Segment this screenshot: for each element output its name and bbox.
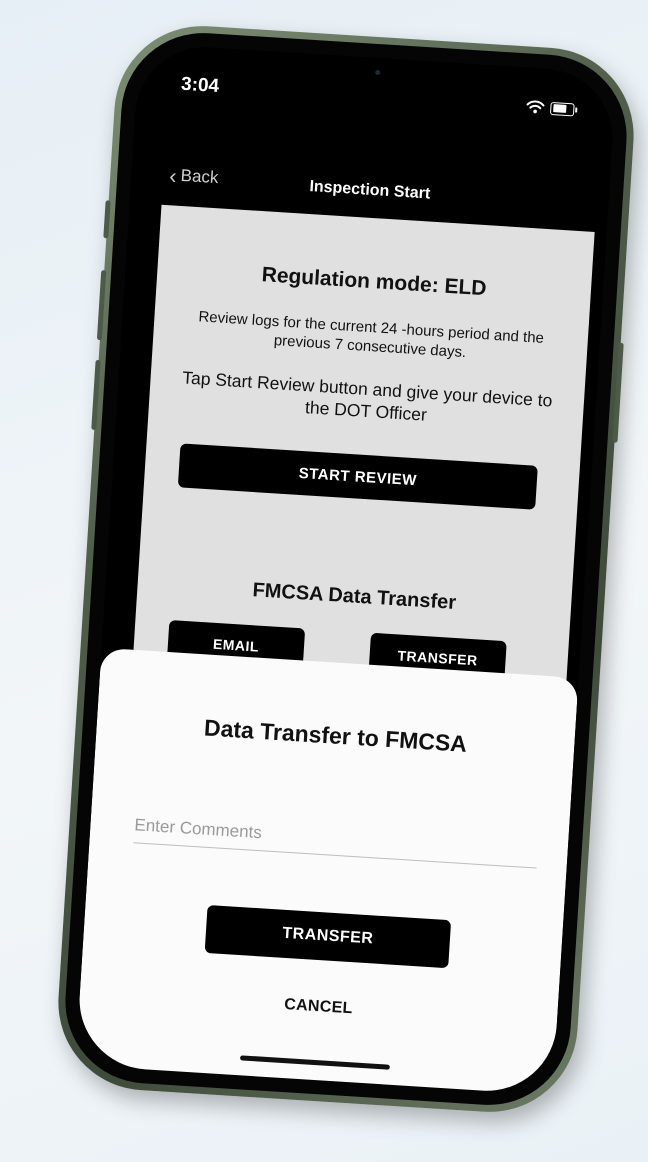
dialog-title: Data Transfer to FMCSA <box>203 714 468 757</box>
status-icons <box>526 99 578 116</box>
status-time: 3:04 <box>180 73 220 98</box>
battery-level <box>552 104 567 113</box>
phone-device: 3:04 ‹ Back Inspection Start Regulation … <box>53 20 639 1118</box>
phone-screen: 3:04 ‹ Back Inspection Start Regulation … <box>75 43 617 1095</box>
battery-cap <box>575 106 578 113</box>
review-description: Review logs for the current 24 -hours pe… <box>197 308 545 362</box>
comments-input[interactable] <box>133 808 539 869</box>
dialog-transfer-button[interactable]: TRANSFER <box>204 904 452 969</box>
phone-bezel: 3:04 ‹ Back Inspection Start Regulation … <box>60 28 632 1110</box>
wifi-icon <box>526 99 545 114</box>
fmcsa-section-title: FMCSA Data Transfer <box>251 579 457 614</box>
camera-dot <box>375 69 381 76</box>
dialog-cancel-button[interactable]: CANCEL <box>79 983 557 1031</box>
battery-icon <box>549 101 578 116</box>
start-review-button[interactable]: START REVIEW <box>177 443 538 510</box>
notch <box>295 52 459 100</box>
data-transfer-dialog: Data Transfer to FMCSA TRANSFER CANCEL <box>75 647 579 1095</box>
review-instruction: Tap Start Review button and give your de… <box>181 367 553 425</box>
regulation-mode-title: Regulation mode: ELD <box>261 263 488 301</box>
home-indicator[interactable] <box>239 1055 390 1070</box>
